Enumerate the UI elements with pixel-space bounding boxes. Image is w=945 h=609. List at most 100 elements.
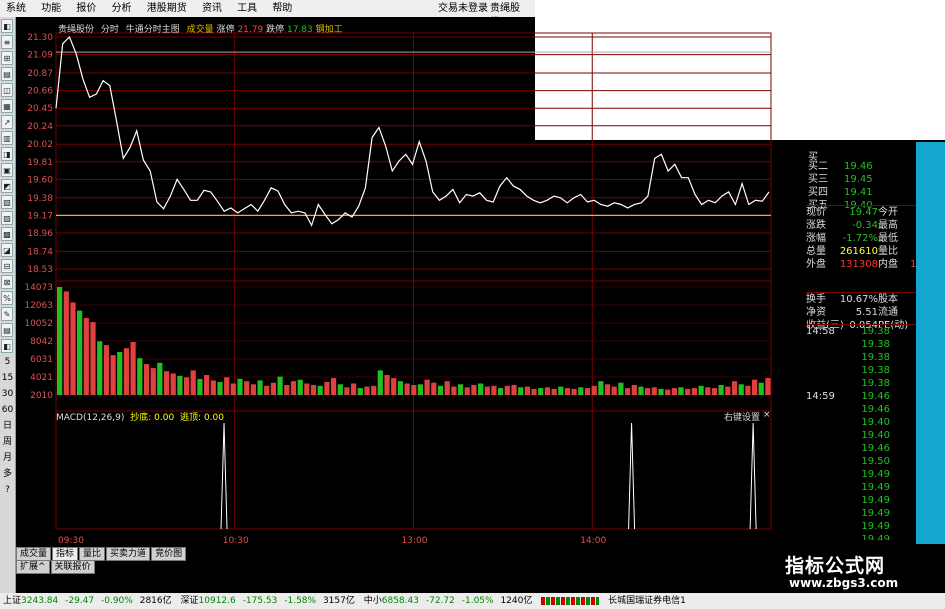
tab-related-quotes[interactable]: 关联报价 [50, 560, 95, 574]
volume-bar [544, 387, 550, 395]
quote-row: 现价 19.47今开 [806, 206, 916, 219]
period-60min[interactable]: 60 [1, 403, 14, 418]
stat-row: 换手 10.67%股本 [806, 293, 916, 306]
broker-connection[interactable]: 长城国瑞证券电信1 [608, 596, 686, 606]
toolbar-button-8[interactable]: ▥ [1, 131, 13, 145]
buy-level-row: 买二 19.46 [808, 160, 918, 173]
tab-auction-chart[interactable]: 竞价图 [151, 547, 187, 561]
toolbar-button-13[interactable]: ▨ [1, 211, 13, 225]
stat-row: 净资 5.51流通 [806, 306, 916, 319]
tab-expand[interactable]: 扩展^ [16, 560, 50, 574]
menu-item-analysis[interactable]: 分析 [106, 0, 138, 16]
period-15min[interactable]: 15 [1, 371, 14, 386]
price-tick-label: 20.87 [27, 69, 53, 79]
toolbar-button-18[interactable]: % [1, 291, 13, 305]
menu-item-quote[interactable]: 报价 [70, 0, 102, 16]
toolbar-button-3[interactable]: ⊞ [1, 51, 13, 65]
menu-item-function[interactable]: 功能 [35, 0, 67, 16]
volume-bar [357, 388, 363, 395]
toolbar-button-17[interactable]: ⊠ [1, 275, 13, 289]
toolbar-button-6[interactable]: ▦ [1, 99, 13, 113]
sz-index-value: 10912.6 [198, 596, 236, 606]
volume-bar [411, 385, 417, 395]
toolbar-button-1[interactable]: ◧ [1, 19, 13, 33]
tick-price: 19.50 [861, 456, 890, 467]
macd-close-icon[interactable]: × [763, 410, 771, 420]
side-scroll-bar[interactable] [916, 142, 945, 544]
period-5min[interactable]: 5 [1, 355, 14, 370]
pencil-icon[interactable]: ✎ [1, 307, 13, 321]
stat-label-2: 股本 [878, 294, 898, 305]
time-label: 10:30 [223, 536, 249, 546]
period-multi[interactable]: 多 [1, 467, 14, 482]
buy-level-price: 19.46 [844, 161, 873, 172]
tab-buy-sell-power[interactable]: 买卖力道 [106, 547, 151, 561]
toolbar-button-20[interactable]: ▤ [1, 323, 13, 337]
stat-value: 10.67% [839, 294, 878, 305]
volume-bar [290, 381, 297, 395]
toolbar-button-9[interactable]: ◨ [1, 147, 13, 161]
menu-item-system[interactable]: 系统 [0, 0, 32, 16]
quote-row: 外盘 131308内盘 1 [806, 258, 916, 271]
tab-volume-ratio[interactable]: 量比 [79, 547, 106, 561]
buy-level-row: 买四 19.41 [808, 186, 918, 199]
period-day[interactable]: 日 [1, 419, 14, 434]
sh-index-label[interactable]: 上证 [3, 596, 21, 606]
sz-index-pct: -1.58% [284, 596, 317, 606]
sz-index-label[interactable]: 深证 [181, 596, 199, 606]
period-month[interactable]: 月 [1, 451, 14, 466]
volume-bar [270, 382, 276, 395]
volume-bar [424, 379, 430, 395]
period-week[interactable]: 周 [1, 435, 14, 450]
tab-indicator[interactable]: 指标 [52, 547, 79, 561]
stat-label-2: 流通 [878, 307, 898, 318]
volume-bar [484, 386, 490, 395]
volume-tick-label: 6031 [30, 355, 53, 365]
volume-bar [284, 385, 290, 395]
quote-value: 131308 [839, 259, 878, 270]
help-button[interactable]: ? [1, 483, 14, 498]
toolbar-button-10[interactable]: ▣ [1, 163, 13, 177]
toolbar-button-16[interactable]: ⊟ [1, 259, 13, 273]
menu-item-tools[interactable]: 工具 [231, 0, 263, 16]
price-tick-label: 21.30 [27, 33, 53, 43]
volume-bar [705, 387, 711, 395]
menu-item-help[interactable]: 帮助 [266, 0, 298, 16]
intraday-chart[interactable]: 21.30 21.09 20.87 20.66 20.45 20.24 20.02 19.81… [16, 17, 772, 547]
tick-price: 19.46 [861, 391, 890, 402]
menu-item-hk-futures[interactable]: 港股期货 [141, 0, 193, 16]
toolbar-button-2[interactable]: ≡ [1, 35, 13, 49]
toolbar-button-5[interactable]: ◫ [1, 83, 13, 97]
tick-price: 19.38 [861, 378, 890, 389]
volume-bar [678, 387, 684, 395]
toolbar-button-7[interactable]: ↗ [1, 115, 13, 129]
toolbar-button-15[interactable]: ◪ [1, 243, 13, 257]
volume-bar [718, 385, 724, 395]
toolbar-button-14[interactable]: ▩ [1, 227, 13, 241]
volume-bar [444, 381, 450, 395]
volume-bar [618, 382, 624, 395]
macd-signal-spike [749, 422, 757, 530]
volume-bar [711, 388, 718, 395]
macd-panel: 0.750.500.25 [220, 422, 757, 530]
volume-bar [310, 385, 317, 395]
toolbar-button-12[interactable]: ▧ [1, 195, 13, 209]
price-tick-label: 20.66 [27, 87, 53, 97]
quote-label-2: 今开 [878, 207, 898, 218]
toolbar-button-11[interactable]: ◩ [1, 179, 13, 193]
sme-index-label[interactable]: 中小 [364, 596, 382, 606]
inner-volume-partial: 1 [910, 259, 917, 270]
watermark-title: 指标公式网 [785, 555, 886, 577]
tick-time: 14:58 [806, 326, 835, 337]
period-30min[interactable]: 30 [1, 387, 14, 402]
toolbar-button-21[interactable]: ◧ [1, 339, 13, 353]
tick-list[interactable]: 14:58 19.38 19.38 19.38 19.38 19.38 14:59 19.46… [806, 324, 916, 540]
buy-level-label: 买二 [808, 161, 828, 172]
toolbar-button-4[interactable]: ▤ [1, 67, 13, 81]
menu-item-news[interactable]: 资讯 [196, 0, 228, 16]
volume-bar [337, 384, 343, 395]
macd-settings-button[interactable]: 右键设置 [724, 410, 760, 423]
tab-volume[interactable]: 成交量 [16, 547, 52, 561]
volume-bar [204, 375, 210, 395]
price-tick-label: 21.09 [27, 51, 53, 61]
